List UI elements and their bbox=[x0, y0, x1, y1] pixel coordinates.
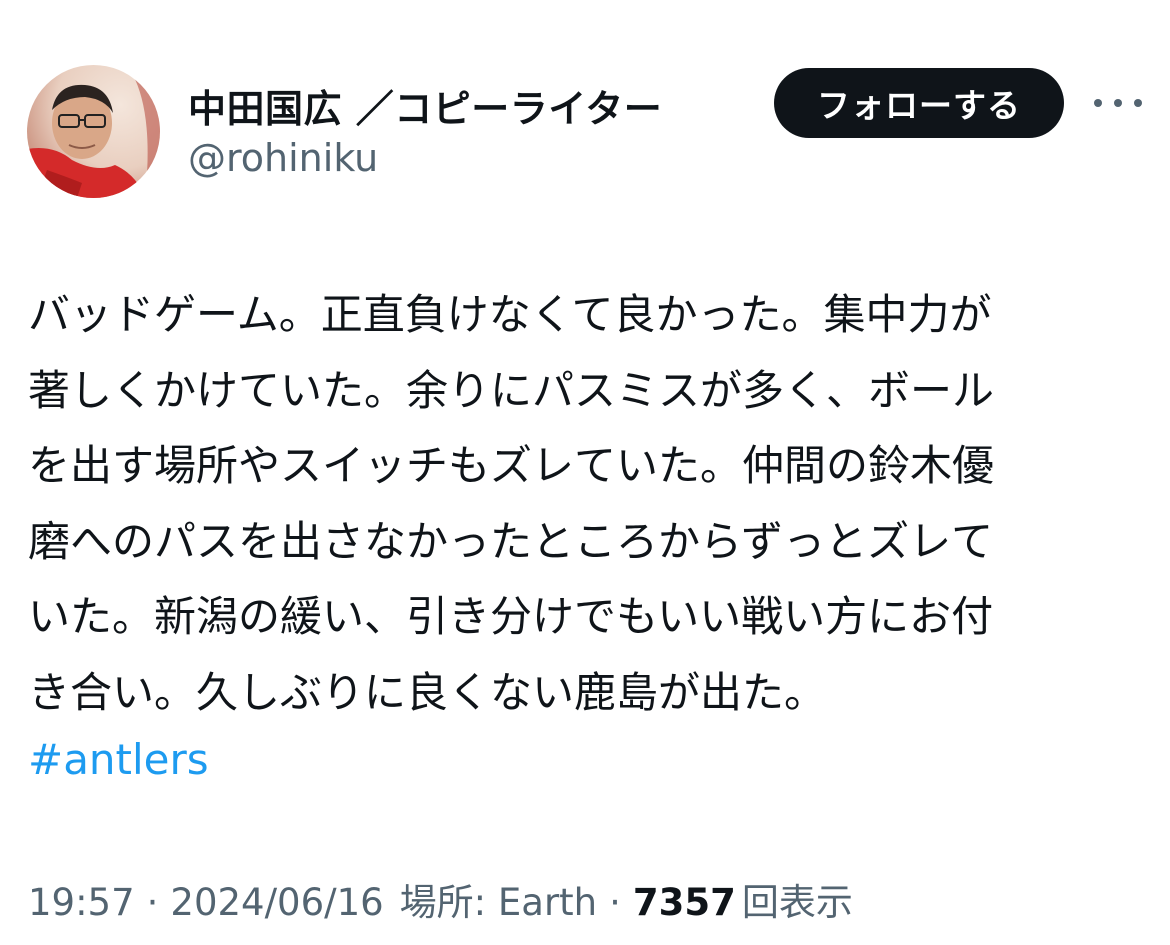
author-handle[interactable]: @rohiniku bbox=[188, 136, 378, 180]
author-display-name[interactable]: 中田国広 ／コピーライター bbox=[188, 78, 662, 133]
hashtag-link[interactable]: #antlers bbox=[28, 730, 209, 790]
views-label: 回表示 bbox=[741, 881, 853, 924]
meta-separator: · bbox=[146, 881, 159, 924]
views-count[interactable]: 7357 bbox=[633, 881, 736, 924]
more-options-icon[interactable] bbox=[1094, 88, 1142, 118]
follow-button[interactable]: フォローする bbox=[774, 68, 1064, 138]
tweet-text-line: いた。新潟の緩い、引き分けでもいい戦い方にお付 bbox=[28, 592, 994, 641]
tweet-date[interactable]: 2024/06/16 bbox=[170, 881, 383, 924]
tweet-text-line: バッドゲーム。正直負けなくて良かった。集中力が bbox=[28, 290, 992, 339]
tweet-text-line: を出す場所やスイッチもズレていた。仲間の鈴木優 bbox=[28, 441, 995, 490]
tweet: 中田国広 ／コピーライター @rohiniku フォローする バッドゲーム。正直… bbox=[0, 0, 1170, 945]
meta-separator: · bbox=[609, 881, 621, 924]
tweet-location: 場所: Earth bbox=[399, 881, 598, 924]
tweet-text-line: 磨へのパスを出さなかったところからずっとズレて bbox=[28, 516, 994, 566]
tweet-text: バッドゲーム。正直負けなくて良かった。集中力が 著しくかけていた。余りにパスミス… bbox=[28, 277, 1138, 730]
tweet-text-line: き合い。久しぶりに良くない鹿島が出た。 bbox=[28, 667, 827, 717]
tweet-meta: 19:57 · 2024/06/16 場所: Earth · 7357 回表示 bbox=[28, 872, 853, 926]
more-dot bbox=[1134, 99, 1142, 107]
more-dot bbox=[1094, 99, 1102, 107]
tweet-text-line: 著しくかけていた。余りにパスミスが多く、ボール bbox=[28, 365, 995, 415]
avatar[interactable] bbox=[27, 65, 160, 198]
more-dot bbox=[1114, 99, 1122, 107]
tweet-time[interactable]: 19:57 bbox=[28, 881, 135, 924]
avatar-image bbox=[27, 65, 160, 198]
